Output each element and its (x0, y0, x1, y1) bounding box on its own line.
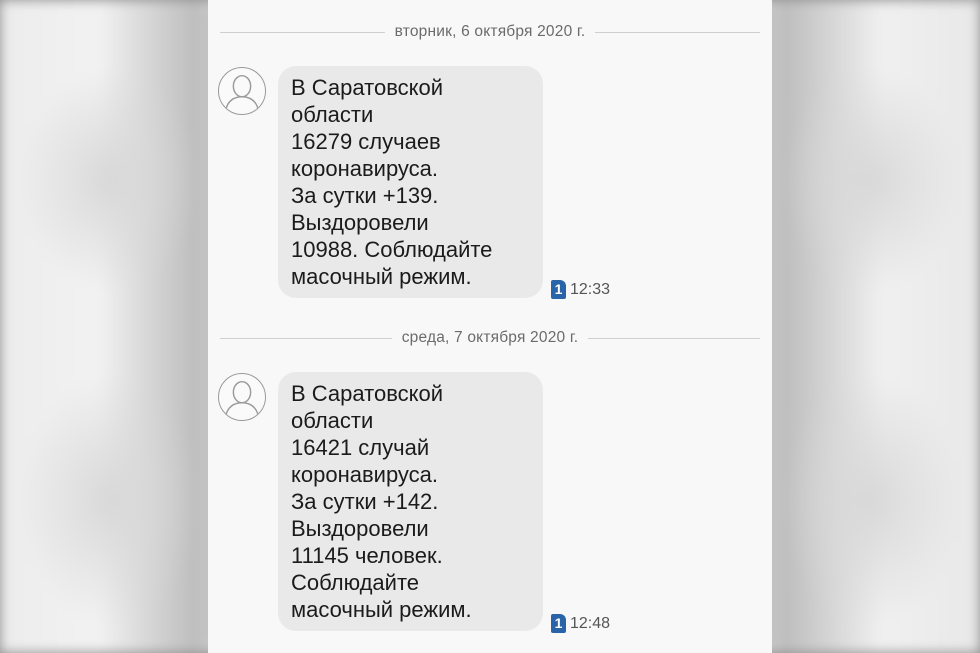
message-line: коронавируса. (291, 156, 439, 181)
date-separator: вторник, 6 октября 2020 г. (220, 22, 760, 42)
message-line: В Саратовской (291, 75, 444, 100)
message-time: 12:33 (570, 280, 611, 298)
date-label: вторник, 6 октября 2020 г. (394, 23, 586, 40)
message-thread: вторник, 6 октября 2020 г. В Саратовской… (208, 0, 772, 653)
message-bubble[interactable]: В Саратовской области 16421 случай корон… (278, 372, 543, 631)
message-meta: 1 12:33 (551, 280, 610, 299)
message-meta: 1 12:48 (551, 614, 610, 633)
date-label: среда, 7 октября 2020 г. (401, 329, 579, 346)
person-icon (225, 74, 259, 111)
message-bubble[interactable]: В Саратовской области 16279 случаев коро… (278, 66, 543, 298)
message-line: области (291, 408, 374, 433)
person-icon (225, 380, 259, 417)
message-line: масочный режим. (291, 597, 472, 622)
message-line: коронавируса. (291, 462, 439, 487)
divider (220, 337, 392, 339)
message-line: В Саратовской (291, 381, 444, 406)
divider (595, 31, 760, 33)
message-line: области (291, 102, 374, 127)
contact-avatar[interactable] (218, 373, 266, 421)
date-separator: среда, 7 октября 2020 г. (220, 328, 761, 348)
message-line: 11145 человек. (291, 543, 443, 568)
divider (588, 337, 761, 339)
message-line: За сутки +142. (291, 489, 439, 514)
message-line: Выздоровели (291, 516, 429, 541)
message-line: 16279 случаев (291, 129, 441, 154)
contact-avatar[interactable] (218, 67, 266, 115)
message-line: 10988. Соблюдайте (291, 237, 493, 262)
sim-card-icon: 1 (551, 280, 566, 299)
message-line: Соблюдайте (291, 570, 420, 595)
message-line: 16421 случай (291, 435, 430, 460)
sim-card-icon: 1 (551, 614, 566, 633)
message-time: 12:48 (570, 614, 611, 632)
divider (220, 31, 385, 33)
message-line: масочный режим. (291, 264, 472, 289)
message-line: Выздоровели (291, 210, 429, 235)
message-line: За сутки +139. (291, 183, 439, 208)
